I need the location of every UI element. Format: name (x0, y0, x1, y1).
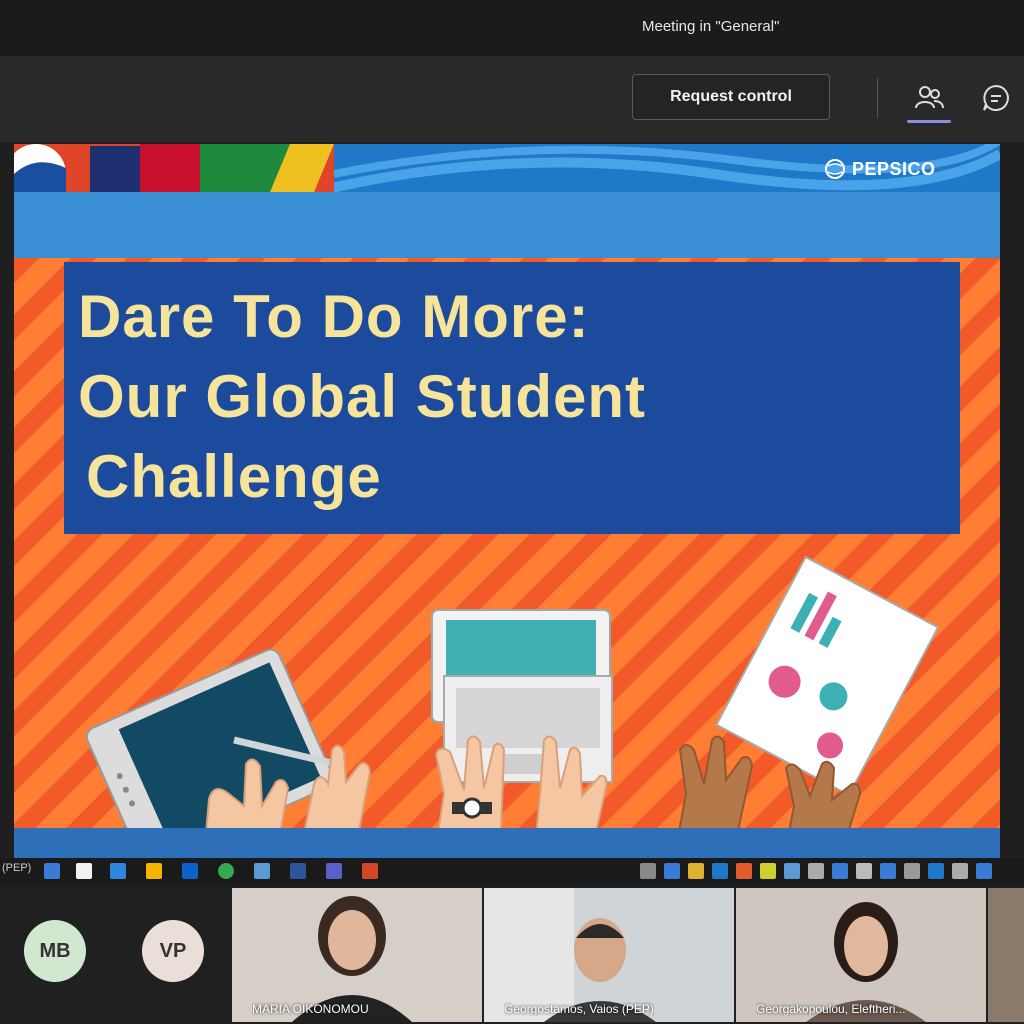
tray-icon[interactable] (928, 863, 944, 879)
tray-icon[interactable] (712, 863, 728, 879)
taskbar-app-icon[interactable] (182, 863, 198, 879)
meeting-title: Meeting in "General" (642, 18, 780, 35)
taskbar-label: (PEP) (2, 862, 32, 874)
meeting-toolbar: Request control (0, 56, 1024, 142)
slide-title-line-3: Challenge (86, 443, 382, 510)
participant-video-tile[interactable]: Georgostamos, Vaios (PEP) (484, 888, 734, 1022)
slide-illustration (85, 555, 940, 858)
chat-icon[interactable] (978, 80, 1014, 116)
tray-icon[interactable] (976, 863, 992, 879)
participant-video-tile-partial[interactable] (988, 888, 1024, 1022)
participant-video-tile[interactable]: Georgakopoulou, Eleftheri... (736, 888, 986, 1022)
participants-strip: MB VP MARIA OIKONOMOU Georgostamos, Vaio… (0, 884, 1024, 1024)
tray-icon[interactable] (856, 863, 872, 879)
slide-mid-band (14, 192, 1000, 258)
participant-name: Georgakopoulou, Eleftheri... (756, 1002, 906, 1016)
slide-bottom-strip (14, 828, 1000, 858)
slide-title-line-1: Dare To Do More: (78, 283, 590, 350)
pepsico-logo: PEPSICO (824, 152, 936, 186)
tray-icon[interactable] (808, 863, 824, 879)
window-title-bar: Meeting in "General" (0, 0, 1024, 56)
participant-name: MARIA OIKONOMOU (252, 1002, 369, 1016)
participant-name: Georgostamos, Vaios (PEP) (504, 1002, 654, 1016)
people-tab-indicator (907, 120, 951, 123)
taskbar-chrome-icon[interactable] (218, 863, 234, 879)
participant-video-tile[interactable]: MARIA OIKONOMOU (232, 888, 482, 1022)
participant-avatar-vp[interactable]: VP (142, 920, 204, 982)
tray-icon[interactable] (904, 863, 920, 879)
tray-icon[interactable] (688, 863, 704, 879)
taskbar-app-icon[interactable] (76, 863, 92, 879)
tray-icon[interactable] (664, 863, 680, 879)
tray-icon[interactable] (760, 863, 776, 879)
pepsico-wordmark: PEPSICO (852, 158, 936, 179)
shared-desktop-taskbar: (PEP) (0, 858, 1024, 884)
taskbar-app-icon[interactable] (254, 863, 270, 879)
taskbar-app-icon[interactable] (110, 863, 126, 879)
toolbar-divider (877, 78, 878, 118)
participant-avatar-mb[interactable]: MB (24, 920, 86, 982)
taskbar-folder-icon[interactable] (146, 863, 162, 879)
tray-icon[interactable] (736, 863, 752, 879)
taskbar-powerpoint-icon[interactable] (362, 863, 378, 879)
tray-icon[interactable] (952, 863, 968, 879)
brand-logos (14, 144, 334, 204)
tray-icon[interactable] (784, 863, 800, 879)
laptop-illustration (431, 609, 613, 783)
shared-screen[interactable]: PEPSICO Dare To Do More: Our Global Stud… (14, 144, 1000, 858)
taskbar-app-icon[interactable] (44, 863, 60, 879)
tray-icon[interactable] (640, 863, 656, 879)
pepsico-globe-icon (825, 159, 845, 179)
people-icon[interactable] (911, 80, 947, 116)
tray-icon[interactable] (832, 863, 848, 879)
request-control-button[interactable]: Request control (632, 74, 830, 120)
taskbar-teams-icon[interactable] (326, 863, 342, 879)
slide-title-line-2: Our Global Student (78, 363, 646, 430)
taskbar-app-icon[interactable] (290, 863, 306, 879)
tray-icon[interactable] (880, 863, 896, 879)
